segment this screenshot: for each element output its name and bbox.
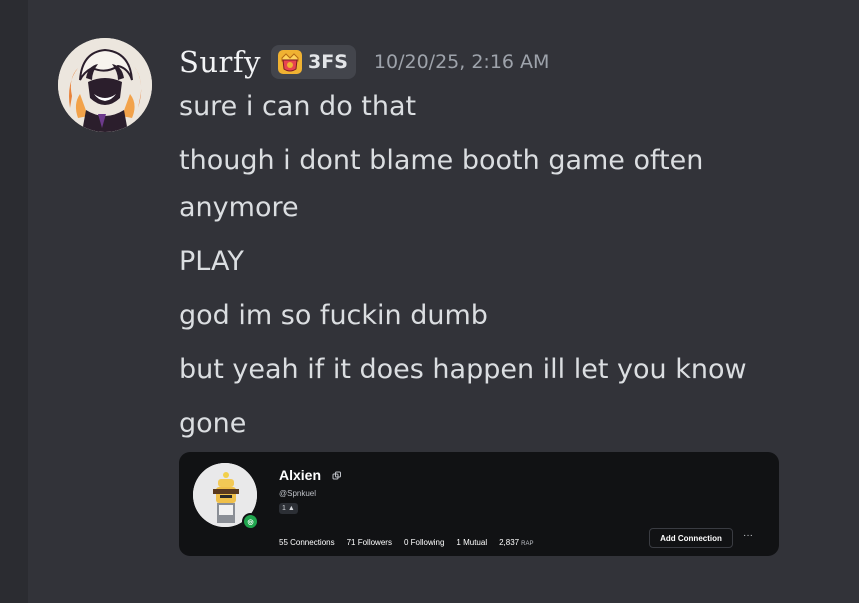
- avatar-image: [58, 38, 152, 132]
- server-tag[interactable]: 3FS: [271, 45, 356, 79]
- message-line: anymore: [179, 192, 299, 223]
- server-tag-label: 3FS: [308, 51, 348, 73]
- rap-value: 2,837: [499, 538, 520, 547]
- online-status-icon: ◎: [242, 513, 259, 530]
- message-line: god im so fuckin dumb: [179, 300, 488, 331]
- connections-count[interactable]: 55 Connections: [279, 538, 335, 547]
- rap-label: RAP: [521, 541, 534, 547]
- level-badge: 1 ▲: [279, 503, 298, 514]
- profile-name: Alxien: [279, 467, 322, 483]
- mutual-count[interactable]: 1 Mutual: [456, 538, 487, 547]
- message-line: PLAY: [179, 246, 244, 277]
- level-value: 1: [282, 505, 286, 512]
- chat-message: Surfy 3FS 10/20/25, 2:16 AM sure i can d…: [28, 0, 859, 603]
- message-line: sure i can do that: [179, 91, 417, 122]
- message-line: gone: [179, 408, 247, 439]
- timestamp: 10/20/25, 2:16 AM: [373, 51, 550, 73]
- copy-icon[interactable]: [332, 471, 342, 481]
- profile-handle: @Spnkuel: [279, 489, 317, 498]
- avatar[interactable]: [58, 38, 152, 132]
- profile-stats: 55 Connections 71 Followers 0 Following …: [279, 538, 533, 547]
- message-line: but yeah if it does happen ill let you k…: [179, 354, 747, 385]
- message-header: Surfy 3FS 10/20/25, 2:16 AM: [179, 42, 549, 82]
- crown-shield-icon: [278, 50, 303, 74]
- followers-count[interactable]: 71 Followers: [347, 538, 392, 547]
- thumbs-up-icon: ▲: [287, 505, 295, 512]
- rap-stat: 2,837 RAP: [499, 538, 533, 547]
- profile-embed-image[interactable]: ◎ Alxien @Spnkuel 1 ▲ 55 Connections 71 …: [179, 452, 779, 556]
- more-options-button[interactable]: ···: [743, 530, 753, 541]
- following-count[interactable]: 0 Following: [404, 538, 444, 547]
- username[interactable]: Surfy: [179, 45, 261, 79]
- left-gutter: [0, 0, 28, 603]
- add-connection-button[interactable]: Add Connection: [649, 528, 733, 548]
- message-line: though i dont blame booth game often: [179, 145, 704, 176]
